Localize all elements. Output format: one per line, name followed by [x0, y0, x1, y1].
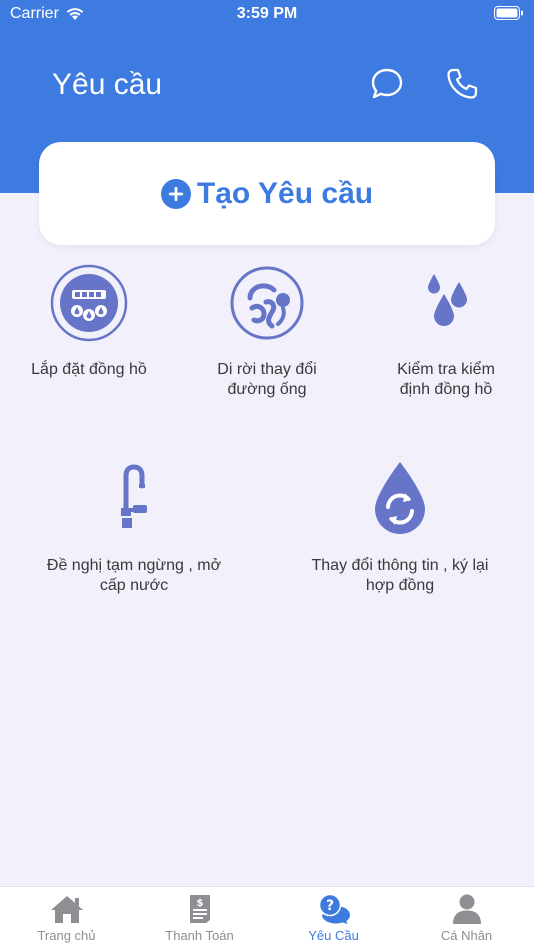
water-drops-icon: [428, 274, 467, 326]
service-label: Di rời thay đổi đường ống: [217, 361, 317, 398]
tab-requests[interactable]: ? Yêu Cầu: [267, 887, 400, 950]
service-label: Kiểm tra kiểm định đồng hồ: [397, 361, 495, 398]
tab-payment[interactable]: $ Thanh Toán: [133, 887, 266, 950]
pipe-swirl-icon: [230, 266, 304, 340]
person-icon: [452, 894, 481, 924]
create-request-button[interactable]: Tạo Yêu cầu: [39, 142, 495, 245]
service-label: Lắp đặt đồng hồ: [31, 361, 147, 378]
service-label: Thay đổi thông tin , ký lại hợp đồng: [311, 557, 489, 594]
tab-profile[interactable]: Cá Nhân: [400, 887, 533, 950]
svg-text:?: ?: [325, 898, 333, 914]
service-suspend-water[interactable]: Đề nghị tạm ngừng , mở cấp nước: [40, 460, 228, 596]
phone-icon: [447, 68, 478, 99]
tab-label: Trang chủ: [37, 928, 96, 943]
tab-label: Thanh Toán: [165, 928, 234, 943]
tab-bar: Trang chủ $ Thanh Toán ? Yêu Cầu Cá Nhân: [0, 886, 534, 950]
status-bar: Carrier 3:59 PM: [0, 0, 534, 28]
service-install-meter[interactable]: Lắp đặt đồng hồ: [30, 264, 148, 380]
svg-text:$: $: [196, 898, 203, 909]
create-request-label: Tạo Yêu cầu: [196, 176, 374, 210]
tab-home[interactable]: Trang chủ: [0, 887, 133, 950]
water-meter-icon: [50, 264, 128, 342]
chat-button[interactable]: [369, 66, 405, 102]
drop-refresh-icon: [375, 462, 425, 534]
service-label: Đề nghị tạm ngừng , mở cấp nước: [46, 557, 222, 594]
tab-label: Yêu Cầu: [308, 928, 359, 943]
service-check-meter[interactable]: Kiểm tra kiểm định đồng hồ: [386, 264, 506, 400]
tab-label: Cá Nhân: [440, 928, 493, 943]
battery-icon: [494, 6, 524, 25]
plus-circle-icon: [160, 178, 191, 209]
bill-icon: $: [189, 895, 210, 923]
home-icon: [50, 896, 83, 923]
faucet-icon: [121, 464, 147, 528]
service-move-pipe[interactable]: Di rời thay đổi đường ống: [200, 264, 334, 400]
question-chat-icon: ?: [318, 894, 350, 924]
status-time: 3:59 PM: [236, 5, 298, 22]
chat-bubble-icon: [371, 68, 403, 99]
call-button[interactable]: [444, 66, 480, 102]
service-update-contract[interactable]: Thay đổi thông tin , ký lại hợp đồng: [305, 460, 495, 596]
page-title: Yêu cầu: [52, 68, 163, 101]
